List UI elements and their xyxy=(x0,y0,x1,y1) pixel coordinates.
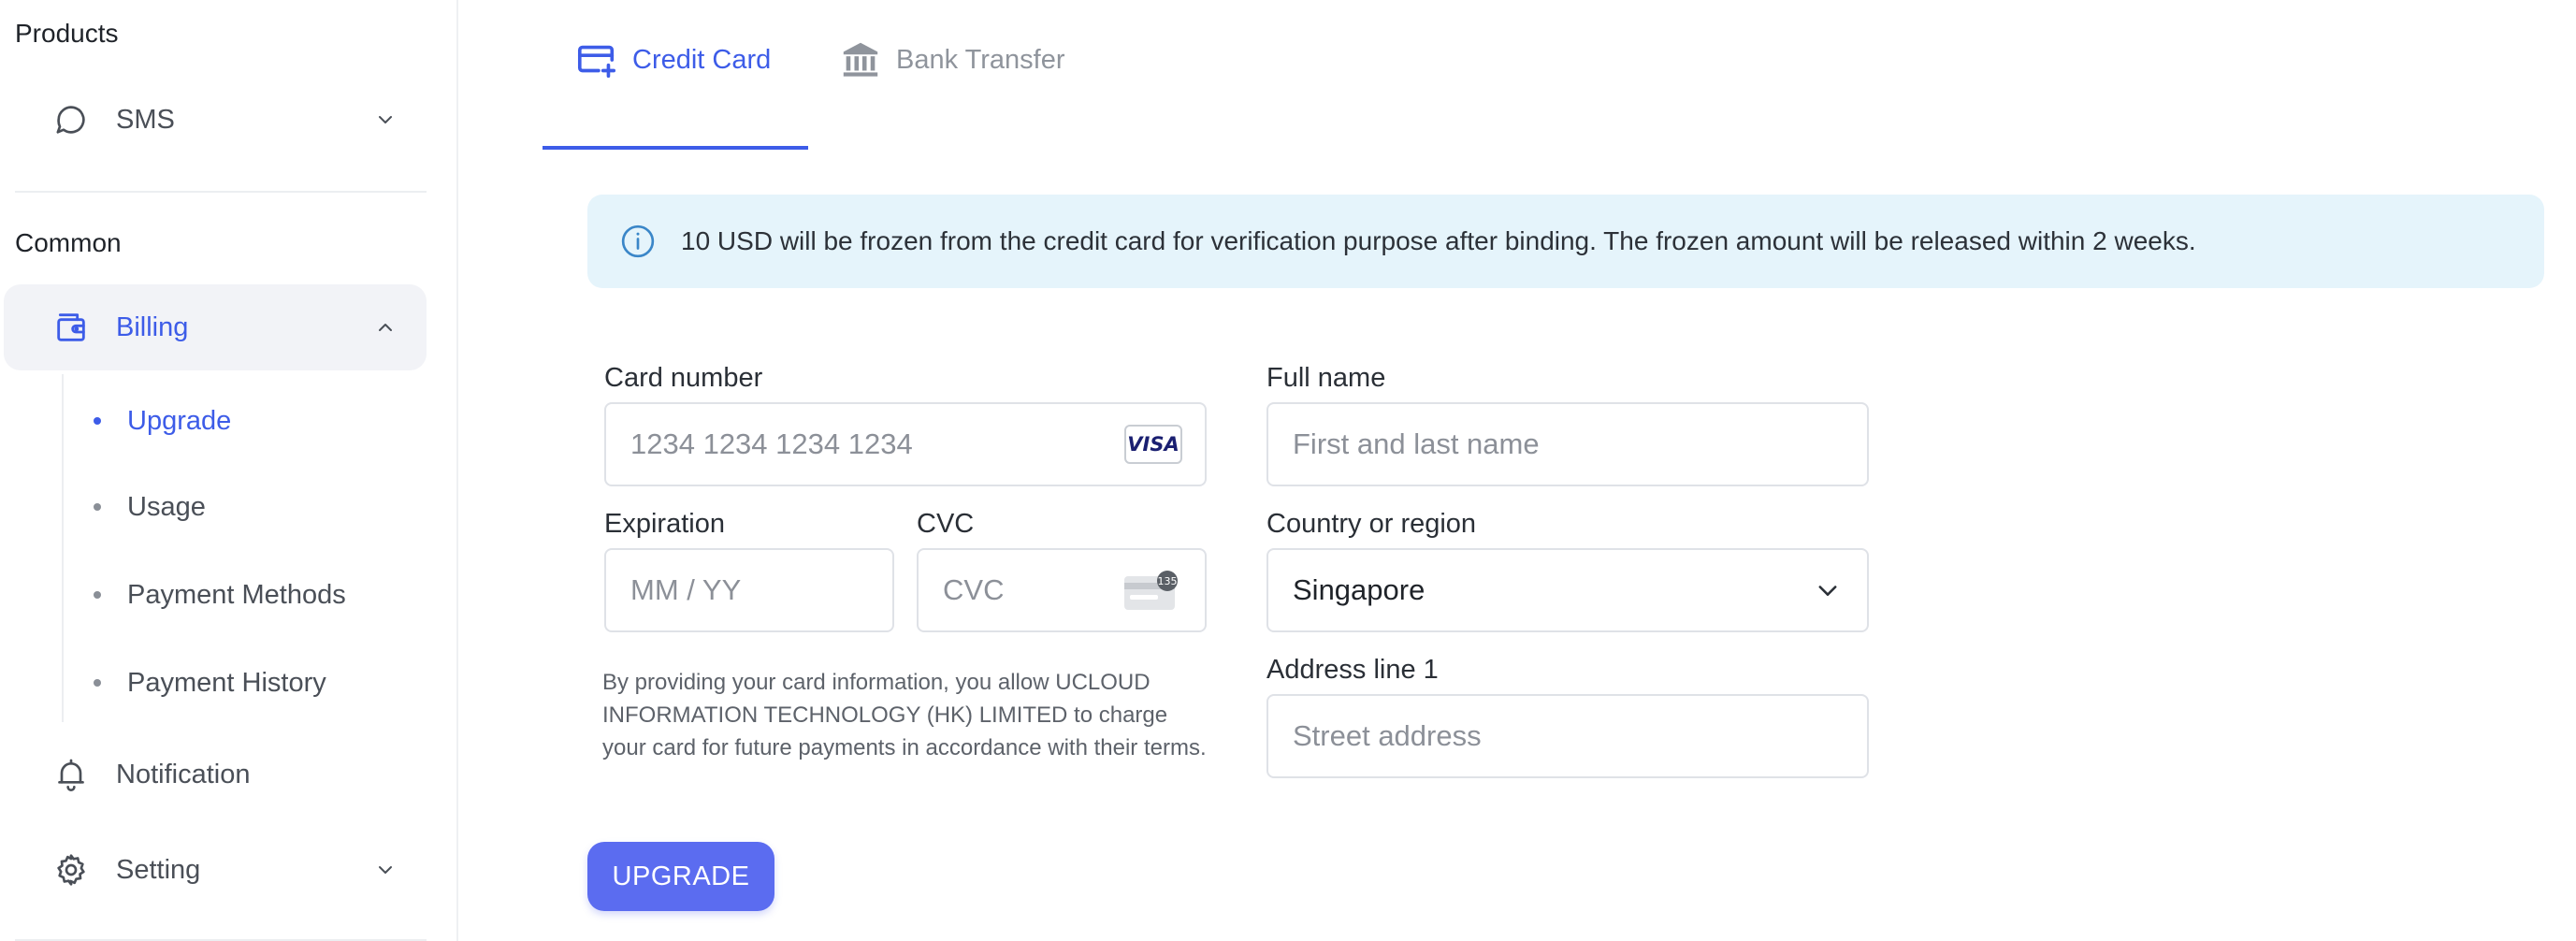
gear-icon xyxy=(51,849,92,890)
sidebar-item-label: Notification xyxy=(116,759,251,789)
svg-text:135: 135 xyxy=(1158,575,1178,587)
sidebar-item-label: Setting xyxy=(116,854,201,885)
card-number-input[interactable]: 1234 1234 1234 1234 VISA xyxy=(604,402,1207,486)
subitem-label: Upgrade xyxy=(127,405,232,436)
common-section-title: Common xyxy=(15,228,122,257)
country-select[interactable]: Singapore xyxy=(1266,548,1869,632)
sidebar-item-label: Billing xyxy=(116,311,189,342)
submenu-guide-line xyxy=(62,374,64,722)
bullet-dot xyxy=(94,679,101,687)
address-placeholder: Street address xyxy=(1293,719,1482,752)
full-name-label: Full name xyxy=(1266,363,1386,393)
country-selected-value: Singapore xyxy=(1293,573,1425,606)
credit-card-add-icon xyxy=(574,37,619,82)
country-label: Country or region xyxy=(1266,509,1477,539)
bullet-dot xyxy=(94,503,101,511)
sidebar: Products SMS Common Billing Upgrade Usag… xyxy=(0,0,458,941)
subitem-label: Payment History xyxy=(127,667,326,698)
tab-credit-card[interactable]: Credit Card xyxy=(574,37,771,131)
sidebar-item-billing[interactable]: Billing xyxy=(4,284,427,370)
tab-label: Bank Transfer xyxy=(896,45,1065,75)
subitem-label: Payment Methods xyxy=(127,579,346,610)
address-input[interactable]: Street address xyxy=(1266,694,1869,778)
tab-label: Credit Card xyxy=(632,45,772,75)
card-number-label: Card number xyxy=(604,363,763,393)
chevron-down-icon xyxy=(372,107,398,133)
full-name-placeholder: First and last name xyxy=(1293,427,1540,460)
chat-bubble-icon xyxy=(51,99,92,140)
wallet-icon xyxy=(51,307,92,348)
chevron-down-icon xyxy=(372,857,398,883)
bullet-dot xyxy=(94,417,101,425)
sidebar-item-setting[interactable]: Setting xyxy=(4,827,427,913)
sidebar-item-sms[interactable]: SMS xyxy=(4,77,427,163)
expiration-label: Expiration xyxy=(604,509,725,539)
full-name-input[interactable]: First and last name xyxy=(1266,402,1869,486)
sidebar-item-notification[interactable]: Notification xyxy=(4,731,427,818)
info-icon xyxy=(619,223,657,260)
cvc-label: CVC xyxy=(917,509,975,539)
cvc-card-icon: 135 xyxy=(1124,571,1179,610)
products-section-title: Products xyxy=(15,19,119,48)
active-tab-indicator xyxy=(543,146,808,150)
bank-icon xyxy=(838,37,883,82)
subitem-label: Usage xyxy=(127,491,206,522)
address-label: Address line 1 xyxy=(1266,655,1439,685)
visa-card-icon: VISA xyxy=(1124,425,1182,464)
info-message: 10 USD will be frozen from the credit ca… xyxy=(681,226,2196,255)
sidebar-divider xyxy=(15,191,427,193)
expiration-input[interactable]: MM / YY xyxy=(604,548,894,632)
bell-icon xyxy=(51,754,92,795)
sidebar-item-label: SMS xyxy=(116,104,175,135)
bullet-dot xyxy=(94,591,101,599)
expiration-placeholder: MM / YY xyxy=(630,573,742,606)
terms-text: By providing your card information, you … xyxy=(602,670,1207,760)
cvc-placeholder: CVC xyxy=(943,573,1005,606)
cvc-input[interactable]: CVC 135 xyxy=(917,548,1207,632)
info-banner: 10 USD will be frozen from the credit ca… xyxy=(587,195,2544,288)
chevron-up-icon xyxy=(372,314,398,340)
tab-bank-transfer[interactable]: Bank Transfer xyxy=(838,37,1065,131)
upgrade-button[interactable]: UPGRADE xyxy=(587,842,774,911)
card-number-placeholder: 1234 1234 1234 1234 xyxy=(630,427,913,460)
chevron-down-icon xyxy=(1813,575,1843,605)
app-root: Products SMS Common Billing Upgrade Usag… xyxy=(0,0,2576,941)
